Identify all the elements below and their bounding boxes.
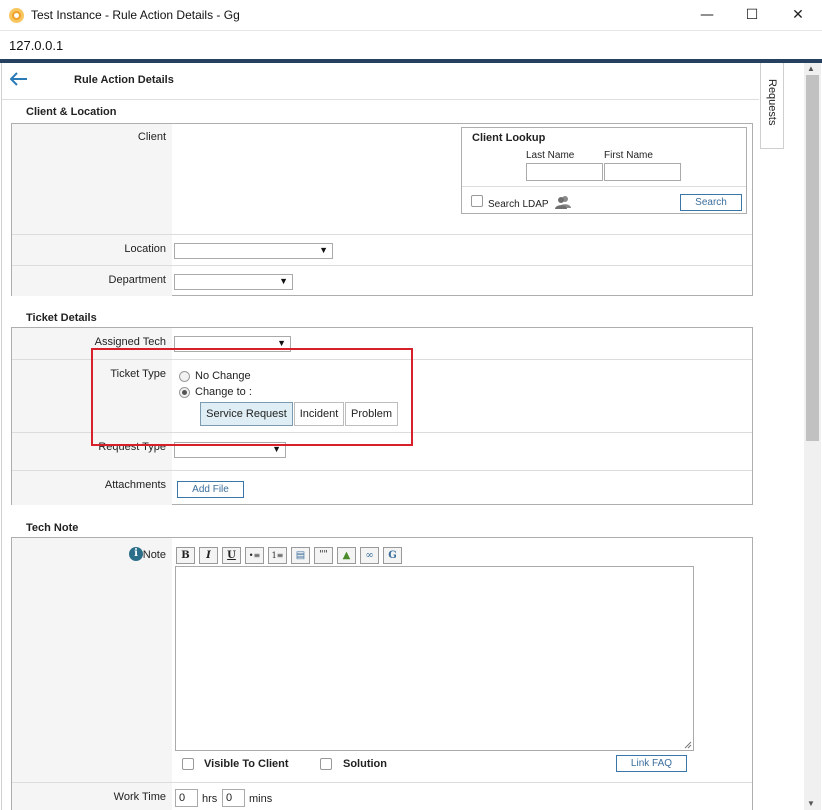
client-location-panel: Client Client Lookup Last Name First Nam…	[11, 123, 753, 296]
blockquote-button[interactable]: ""	[314, 547, 333, 564]
search-ldap-checkbox[interactable]	[471, 195, 483, 207]
search-button[interactable]: Search	[680, 194, 742, 211]
close-button[interactable]: ✕	[783, 4, 813, 26]
add-file-button[interactable]: Add File	[177, 481, 244, 498]
vertical-scrollbar[interactable]: ▲ ▼	[804, 63, 821, 810]
table-button[interactable]: ▤	[291, 547, 310, 564]
search-ldap-label: Search LDAP	[488, 199, 549, 210]
underline-button[interactable]: U	[222, 547, 241, 564]
insert-link-button[interactable]: ∞	[360, 547, 379, 564]
client-location-heading: Client & Location	[26, 106, 117, 118]
label-column	[12, 538, 172, 782]
highlight-box	[91, 348, 413, 446]
back-arrow-icon[interactable]	[10, 72, 28, 86]
requests-tab-label: Requests	[766, 79, 778, 126]
work-time-row: Work Time 0 hrs 0 mins	[12, 782, 752, 810]
insert-image-button[interactable]: ▲	[337, 547, 356, 564]
location-label: Location	[124, 243, 166, 255]
assigned-tech-label: Assigned Tech	[94, 336, 166, 348]
requests-side-tab[interactable]: Requests	[760, 63, 784, 149]
lookup-divider	[462, 186, 746, 187]
header-divider	[2, 99, 759, 100]
visible-to-client-checkbox[interactable]	[182, 758, 194, 770]
scroll-down-arrow-icon[interactable]: ▼	[807, 799, 815, 808]
department-row: Department ▼	[12, 265, 752, 296]
numbered-list-button[interactable]: 1≡	[268, 547, 287, 564]
window-title: Test Instance - Rule Action Details - Gg	[31, 8, 240, 22]
scroll-thumb[interactable]	[806, 75, 819, 441]
department-label: Department	[108, 274, 166, 286]
info-icon[interactable]: i	[129, 547, 143, 561]
work-time-hours-input[interactable]: 0	[175, 789, 198, 807]
dropdown-arrow-icon: ▼	[319, 245, 328, 255]
note-textarea[interactable]	[175, 566, 694, 751]
first-name-label: First Name	[604, 150, 653, 161]
dropdown-arrow-icon: ▼	[277, 338, 286, 348]
client-label: Client	[137, 131, 166, 143]
note-label: Note	[142, 549, 166, 561]
solution-checkbox[interactable]	[320, 758, 332, 770]
tech-note-panel: i Note B I U •≡ 1≡ ▤ "" ▲ ∞ G Visible To…	[11, 537, 753, 810]
italic-button[interactable]: I	[199, 547, 218, 564]
location-select[interactable]: ▼	[174, 243, 333, 259]
last-name-label: Last Name	[526, 150, 575, 161]
client-lookup-box: Client Lookup Last Name First Name Searc…	[461, 127, 747, 214]
address-bar: 127.0.0.1	[0, 31, 822, 59]
bullet-list-button[interactable]: •≡	[245, 547, 264, 564]
visible-to-client-label: Visible To Client	[204, 758, 289, 770]
google-search-button[interactable]: G	[383, 547, 402, 564]
app-lifebuoy-icon	[9, 8, 24, 23]
dropdown-arrow-icon: ▼	[279, 276, 288, 286]
last-name-input[interactable]	[526, 163, 603, 181]
attachments-label: Attachments	[104, 479, 166, 491]
location-row: Location ▼	[12, 234, 752, 265]
link-faq-button[interactable]: Link FAQ	[616, 755, 687, 772]
attachments-row: Attachments Add File	[12, 470, 752, 505]
minimize-button[interactable]: —	[692, 4, 722, 26]
solution-label: Solution	[343, 758, 387, 770]
client-row: Client Client Lookup Last Name First Nam…	[12, 124, 752, 234]
bold-button[interactable]: B	[176, 547, 195, 564]
address-text: 127.0.0.1	[9, 38, 64, 53]
page-title: Rule Action Details	[74, 74, 174, 86]
scroll-up-arrow-icon[interactable]: ▲	[807, 64, 815, 73]
mins-label: mins	[249, 793, 273, 805]
ticket-details-heading: Ticket Details	[26, 312, 97, 324]
work-time-label: Work Time	[113, 791, 166, 803]
hrs-label: hrs	[202, 793, 218, 805]
department-select[interactable]: ▼	[174, 274, 293, 290]
tech-note-heading: Tech Note	[26, 522, 79, 534]
client-lookup-title: Client Lookup	[472, 132, 546, 144]
users-icon	[555, 196, 571, 209]
first-name-input[interactable]	[604, 163, 681, 181]
window-titlebar: Test Instance - Rule Action Details - Gg…	[0, 0, 822, 31]
note-row: i Note B I U •≡ 1≡ ▤ "" ▲ ∞ G Visible To…	[12, 538, 752, 782]
maximize-button[interactable]: ☐	[737, 4, 767, 26]
resize-grip-icon[interactable]	[684, 741, 692, 749]
work-time-minutes-input[interactable]: 0	[222, 789, 245, 807]
